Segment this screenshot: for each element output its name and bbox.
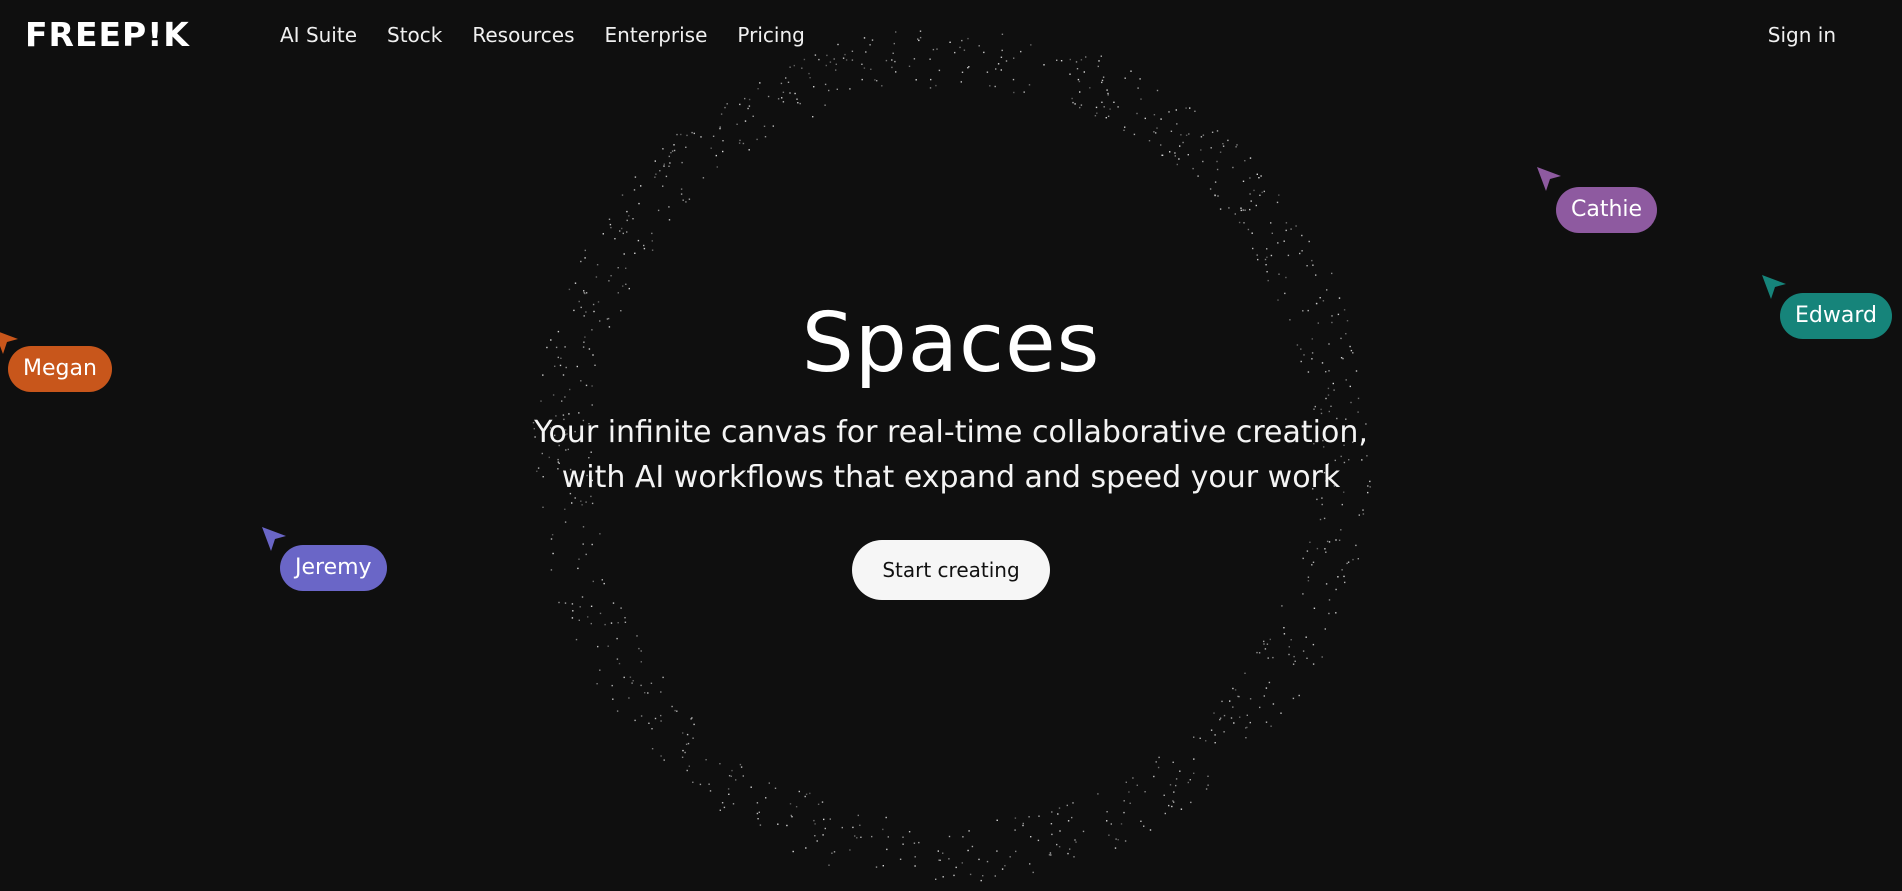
hero-subtitle-line-2: with AI workflows that expand and speed … xyxy=(561,460,1341,495)
nav-stock[interactable]: Stock xyxy=(387,22,442,48)
nav-enterprise[interactable]: Enterprise xyxy=(605,22,708,48)
collaborator-name-tag: Megan xyxy=(8,346,112,392)
nav-resources[interactable]: Resources xyxy=(472,22,574,48)
cursor-arrow-icon xyxy=(1762,275,1786,299)
hero-title: Spaces xyxy=(801,296,1101,391)
collaborator-name-tag: Cathie xyxy=(1556,187,1658,233)
start-creating-button[interactable]: Start creating xyxy=(852,540,1050,600)
main-nav-links: AI Suite Stock Resources Enterprise Pric… xyxy=(280,22,805,48)
hero-subtitle-line-1: Your infinite canvas for real-time colla… xyxy=(534,415,1368,450)
nav-ai-suite[interactable]: AI Suite xyxy=(280,22,357,48)
collaborator-name-tag: Edward xyxy=(1780,293,1892,339)
top-navigation: FREEP!K AI Suite Stock Resources Enterpr… xyxy=(0,0,1902,72)
cursor-arrow-icon xyxy=(262,527,286,551)
hero-subtitle: Your infinite canvas for real-time colla… xyxy=(0,410,1902,500)
collaborator-name-tag: Jeremy xyxy=(280,545,387,591)
nav-pricing[interactable]: Pricing xyxy=(737,22,804,48)
sign-in-link[interactable]: Sign in xyxy=(1768,22,1836,48)
cursor-arrow-icon xyxy=(1537,167,1561,191)
freepik-logo[interactable]: FREEP!K xyxy=(25,17,190,53)
